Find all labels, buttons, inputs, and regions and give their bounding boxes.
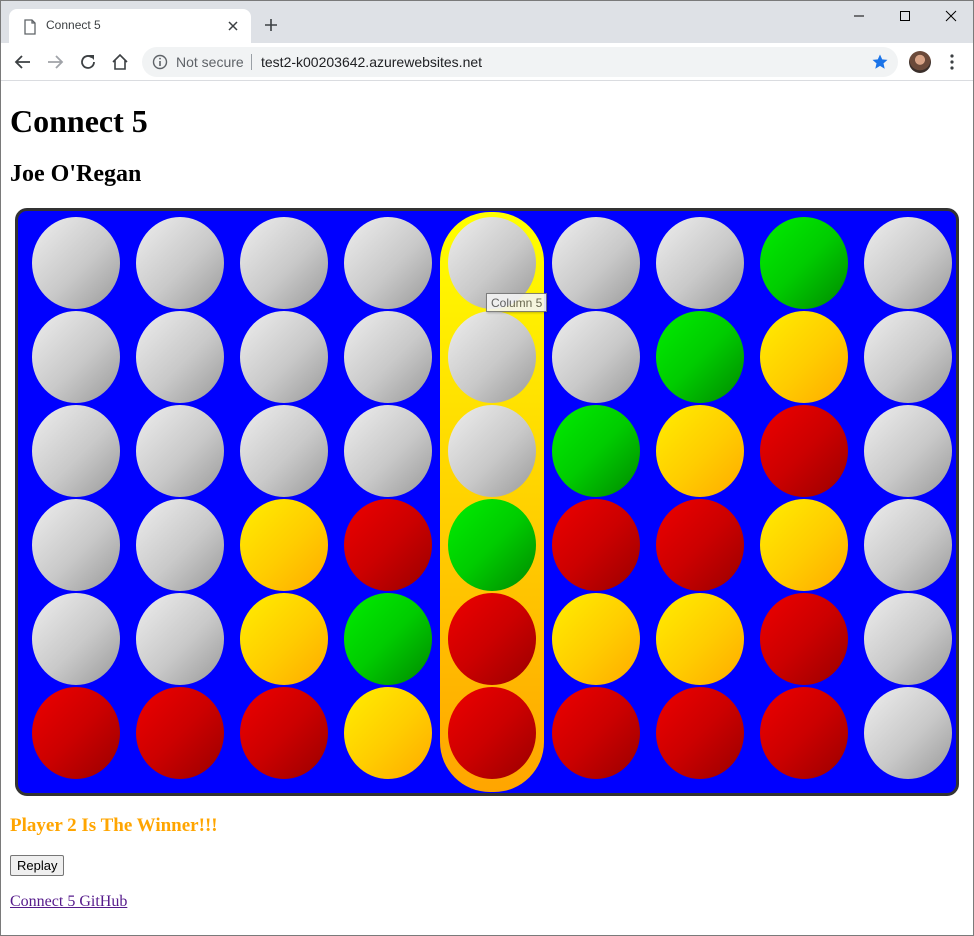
board-slot-empty[interactable] [448,405,536,497]
board-slot-empty[interactable] [344,217,432,309]
back-icon[interactable] [14,53,32,71]
board-slot-red[interactable] [240,687,328,779]
board-slot-red[interactable] [760,593,848,685]
info-icon[interactable] [152,54,168,70]
url-text[interactable]: test2-k00203642.azurewebsites.net [261,54,482,70]
bookmark-star-icon[interactable] [871,53,889,71]
board-slot-red[interactable] [760,405,848,497]
board-slot-green[interactable] [448,499,536,591]
board-slot-red[interactable] [344,499,432,591]
board-slot-empty[interactable] [864,499,952,591]
board-slot-red[interactable] [448,687,536,779]
board-slot-empty[interactable] [864,217,952,309]
board-slot-empty[interactable] [32,311,120,403]
board-slot-green[interactable] [656,311,744,403]
board-slot-empty[interactable] [240,217,328,309]
board-slot-empty[interactable] [344,311,432,403]
board-slot-red[interactable] [656,687,744,779]
board-slot-green[interactable] [552,405,640,497]
board-slot-red[interactable] [448,593,536,685]
board-slot-empty[interactable] [32,499,120,591]
security-label: Not secure [176,54,244,70]
board-slot-empty[interactable] [864,593,952,685]
tab-strip: Connect 5 [1,1,973,43]
board-slot-empty[interactable] [32,217,120,309]
board-slot-yellow[interactable] [240,499,328,591]
board-slot-red[interactable] [136,687,224,779]
board-slot-yellow[interactable] [344,687,432,779]
board-slot-yellow[interactable] [656,405,744,497]
tab-title: Connect 5 [46,18,101,32]
board-slot-empty[interactable] [136,217,224,309]
board-slot-empty[interactable] [552,311,640,403]
board-slot-red[interactable] [552,687,640,779]
board-slot-red[interactable] [656,499,744,591]
board-slot-empty[interactable] [864,687,952,779]
board-slot-empty[interactable] [864,405,952,497]
board-slot-red[interactable] [760,687,848,779]
board-slot-green[interactable] [760,217,848,309]
board-column-3[interactable] [232,217,336,793]
page-content: Connect 5 Joe O'Regan Column 5 Player 2 … [1,82,973,935]
board-slot-empty[interactable] [32,593,120,685]
close-tab-icon[interactable] [226,19,240,33]
board-slot-empty[interactable] [136,499,224,591]
board-slot-empty[interactable] [32,405,120,497]
board-column-6[interactable] [544,217,648,793]
board-slot-yellow[interactable] [552,593,640,685]
forward-icon[interactable] [46,53,64,71]
home-icon[interactable] [111,53,129,71]
board-column-4[interactable] [336,217,440,793]
board-slot-empty[interactable] [656,217,744,309]
author-name: Joe O'Regan [10,161,142,187]
page-icon [24,19,36,35]
window-close-icon[interactable] [944,9,958,23]
board-column-8[interactable] [752,217,856,793]
board-slot-empty[interactable] [344,405,432,497]
board-slot-yellow[interactable] [240,593,328,685]
new-tab-icon[interactable] [264,18,278,32]
board-slot-yellow[interactable] [656,593,744,685]
board-column-1[interactable] [24,217,128,793]
replay-button[interactable]: Replay [10,855,65,876]
more-menu-icon[interactable] [947,53,957,71]
board-column-7[interactable] [648,217,752,793]
board-slot-empty[interactable] [240,311,328,403]
board-slot-yellow[interactable] [760,311,848,403]
board-slot-empty[interactable] [864,311,952,403]
board-slot-empty[interactable] [448,311,536,403]
minimize-icon[interactable] [852,9,866,23]
board-slot-red[interactable] [32,687,120,779]
board-slot-empty[interactable] [136,311,224,403]
winner-message: Player 2 Is The Winner!!! [10,815,218,836]
board-slot-empty[interactable] [240,405,328,497]
profile-avatar[interactable] [909,51,931,73]
board-slot-red[interactable] [552,499,640,591]
board-slot-yellow[interactable] [760,499,848,591]
board-slot-empty[interactable] [136,593,224,685]
reload-icon[interactable] [79,53,97,71]
browser-tab[interactable]: Connect 5 [9,9,251,43]
board-column-2[interactable] [128,217,232,793]
board-column-9[interactable] [856,217,960,793]
board-slot-empty[interactable] [136,405,224,497]
board-slot-empty[interactable] [552,217,640,309]
page-title: Connect 5 [10,103,148,139]
maximize-icon[interactable] [898,9,912,23]
column-tooltip: Column 5 [486,293,548,312]
address-bar[interactable]: Not secure test2-k00203642.azurewebsites… [142,47,898,77]
omnibox-divider [251,54,252,70]
board-slot-green[interactable] [344,593,432,685]
browser-toolbar: Not secure test2-k00203642.azurewebsites… [1,43,973,81]
github-link[interactable]: Connect 5 GitHub [10,893,127,911]
